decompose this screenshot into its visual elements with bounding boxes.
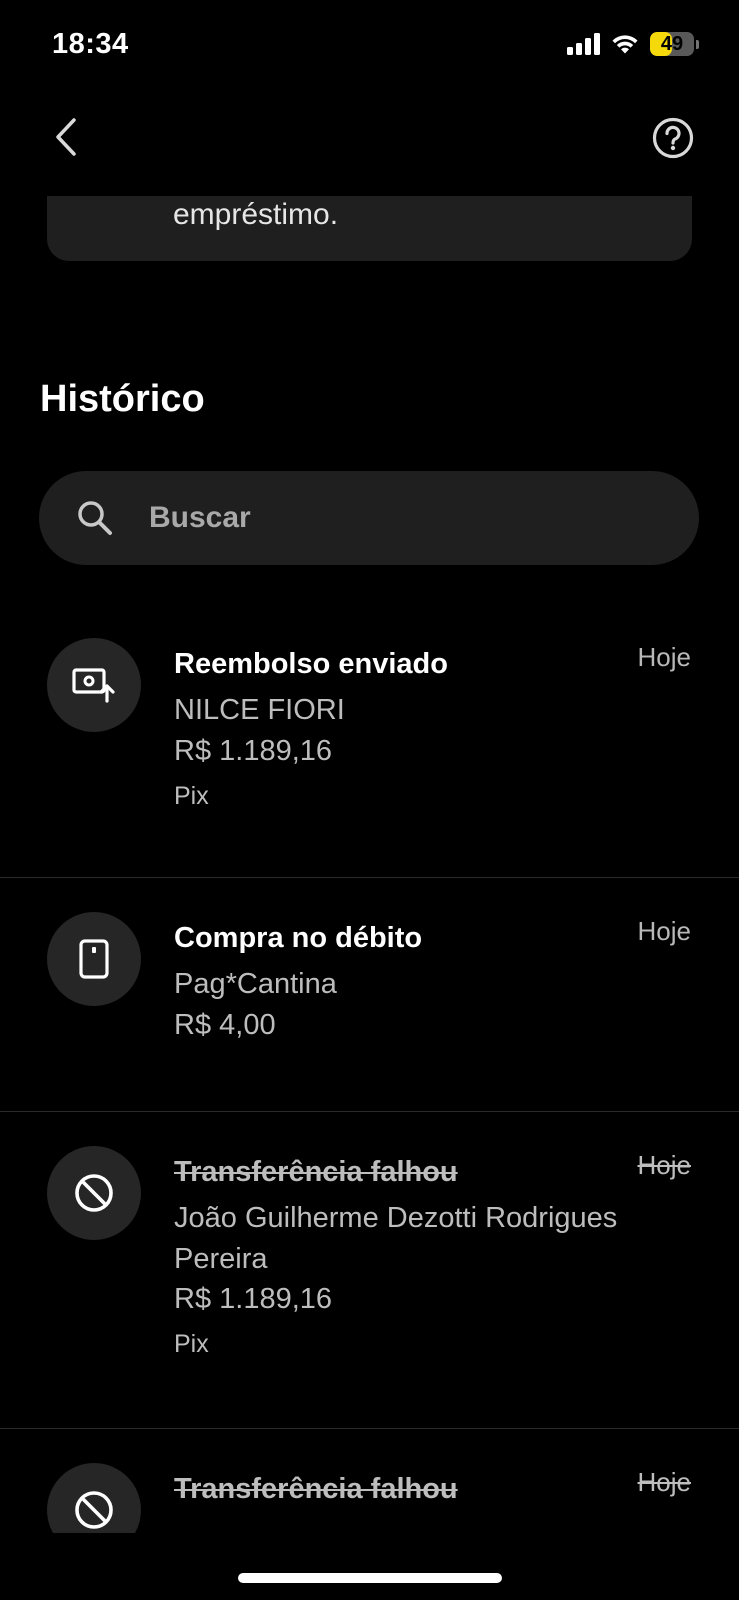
help-button[interactable]: [651, 116, 695, 160]
battery-percentage: 49: [660, 33, 684, 55]
transaction-amount: R$ 1.189,16: [174, 735, 333, 767]
search-icon: [78, 501, 112, 535]
transaction-counterparty: Pag*Cantina: [174, 968, 337, 1000]
battery-icon: 49: [650, 32, 699, 56]
transaction-icon: [47, 1463, 141, 1533]
transaction-icon: [47, 638, 141, 732]
wifi-icon: [612, 35, 638, 54]
help-icon: [652, 117, 694, 159]
blocked-icon: [75, 1491, 113, 1529]
content-scroll-area[interactable]: empréstimo. Histórico Reembolso enviado …: [0, 196, 739, 1533]
transaction-title: Reembolso enviado: [174, 648, 448, 680]
transaction-item[interactable]: Reembolso enviado Hoje NILCE FIORI R$ 1.…: [0, 636, 739, 858]
transaction-date: Hoje: [637, 916, 691, 946]
status-time: 18:34: [52, 28, 129, 60]
history-title: Histórico: [40, 378, 205, 420]
transaction-amount: R$ 1.189,16: [174, 1283, 333, 1315]
loan-info-card: empréstimo.: [47, 196, 692, 261]
transaction-icon: [47, 912, 141, 1006]
transaction-date: Hoje: [637, 1467, 691, 1497]
transaction-icon: [47, 1146, 141, 1240]
transaction-counterparty: João Guilherme Dezotti Rodrigues Pereira: [174, 1202, 618, 1275]
divider: [0, 1428, 739, 1429]
transaction-item[interactable]: Transferência falhou Hoje João Guilherme…: [0, 1146, 739, 1426]
search-input[interactable]: [149, 493, 669, 543]
back-button[interactable]: [46, 112, 86, 162]
chevron-left-icon: [56, 118, 76, 156]
transaction-method: Pix: [174, 1330, 209, 1358]
status-icons: 49: [567, 32, 699, 56]
search-bar[interactable]: [39, 471, 699, 565]
divider: [0, 877, 739, 878]
transaction-title: Transferência falhou: [174, 1473, 458, 1505]
transaction-counterparty: NILCE FIORI: [174, 694, 345, 726]
transaction-title: Transferência falhou: [174, 1156, 458, 1188]
transaction-date: Hoje: [637, 642, 691, 672]
transaction-title: Compra no débito: [174, 922, 423, 954]
status-bar: 18:34 49: [0, 0, 739, 90]
blocked-icon: [75, 1174, 113, 1212]
home-indicator[interactable]: [238, 1573, 502, 1583]
transaction-item[interactable]: Transferência falhou Hoje: [0, 1463, 739, 1533]
transaction-date: Hoje: [637, 1150, 691, 1180]
divider: [0, 1111, 739, 1112]
transaction-method: Pix: [174, 782, 209, 810]
card-icon: [79, 939, 109, 979]
cash-upload-icon: [72, 668, 115, 703]
cellular-signal-icon: [567, 33, 600, 55]
transaction-amount: R$ 4,00: [174, 1009, 276, 1041]
transaction-item[interactable]: Compra no débito Hoje Pag*Cantina R$ 4,0…: [0, 912, 739, 1092]
loan-info-text: empréstimo.: [173, 198, 339, 231]
